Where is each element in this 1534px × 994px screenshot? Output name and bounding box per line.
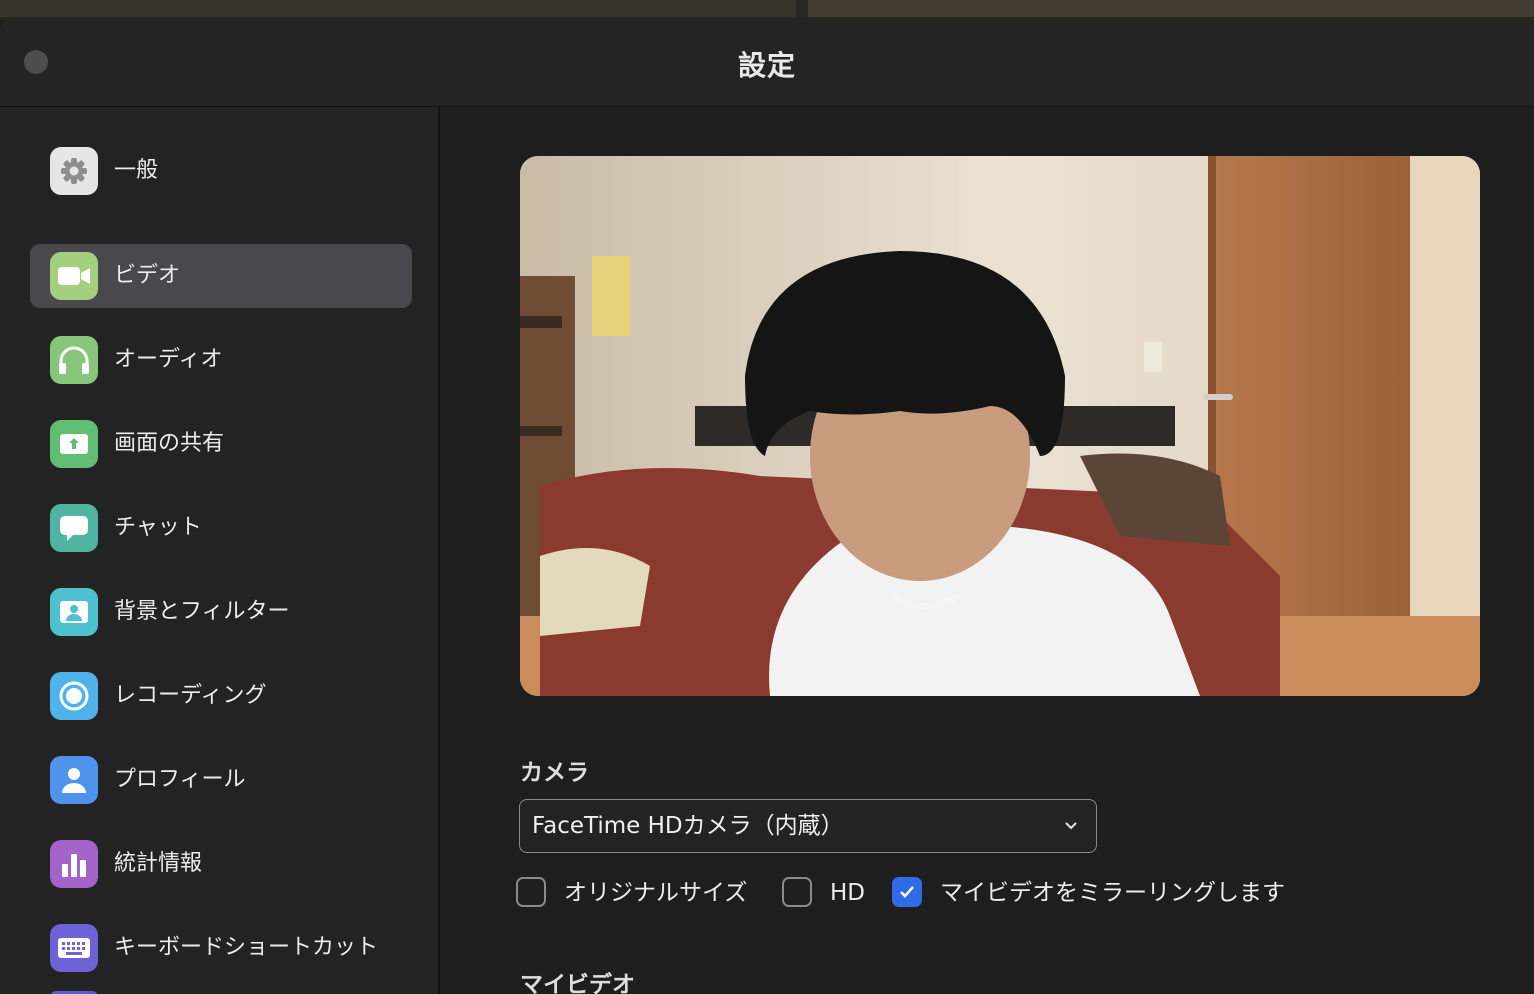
video-camera-icon bbox=[50, 252, 98, 300]
headphones-icon bbox=[50, 336, 98, 384]
window-title: 設定 bbox=[737, 49, 796, 82]
record-icon bbox=[50, 672, 98, 720]
sidebar-item-background-filters[interactable]: 背景とフィルター bbox=[30, 580, 412, 644]
camera-preview-image bbox=[520, 156, 1480, 696]
sidebar-item-keyboard-shortcuts[interactable]: キーボードショートカット bbox=[30, 916, 412, 980]
gear-icon bbox=[50, 147, 98, 195]
sidebar-item-general[interactable]: 一般 bbox=[30, 139, 412, 203]
mirror-video-label: マイビデオをミラーリングします bbox=[940, 880, 1285, 906]
sidebar-item-label: 統計情報 bbox=[114, 851, 203, 876]
sidebar-item-label: チャット bbox=[114, 515, 202, 540]
camera-section-label: カメラ bbox=[520, 760, 589, 786]
sidebar-item-audio[interactable]: オーディオ bbox=[30, 328, 412, 392]
sidebar-item-label: ビデオ bbox=[114, 263, 181, 288]
sidebar-item-label: 画面の共有 bbox=[114, 431, 225, 456]
camera-select[interactable]: FaceTime HDカメラ（内蔵） bbox=[519, 799, 1097, 853]
sidebar-item-statistics[interactable]: 統計情報 bbox=[30, 832, 412, 896]
keyboard-icon bbox=[50, 924, 98, 972]
chat-bubble-icon bbox=[50, 504, 98, 552]
backdrop-video-left bbox=[0, 0, 796, 17]
desktop-backdrop bbox=[0, 0, 1534, 20]
checkmark-icon bbox=[900, 886, 914, 898]
sidebar-item-label: キーボードショートカット bbox=[114, 935, 379, 960]
statistics-icon bbox=[50, 840, 98, 888]
camera-preview bbox=[520, 156, 1480, 696]
sidebar-item-recording[interactable]: レコーディング bbox=[30, 664, 412, 728]
my-video-section-label: マイビデオ bbox=[520, 972, 635, 994]
background-portrait-icon bbox=[50, 588, 98, 636]
sidebar-item-share-screen[interactable]: 画面の共有 bbox=[30, 412, 412, 476]
original-size-checkbox[interactable] bbox=[516, 877, 546, 907]
chevron-down-icon bbox=[1065, 822, 1077, 830]
sidebar-item-label: プロフィール bbox=[114, 767, 246, 792]
share-screen-icon bbox=[50, 420, 98, 468]
backdrop-video-right bbox=[808, 0, 1534, 17]
settings-sidebar: 一般 ビデオ オーディオ 画面の共有 チャット 背景とフィルター レコーディング… bbox=[0, 107, 440, 994]
title-bar: 設定 bbox=[0, 18, 1534, 107]
profile-icon bbox=[50, 756, 98, 804]
sidebar-item-video[interactable]: ビデオ bbox=[30, 244, 412, 308]
sidebar-item-label: レコーディング bbox=[114, 683, 267, 708]
sidebar-item-profile[interactable]: プロフィール bbox=[30, 748, 412, 812]
mirror-video-checkbox[interactable] bbox=[892, 877, 922, 907]
sidebar-item-label: 背景とフィルター bbox=[114, 599, 290, 624]
camera-select-value: FaceTime HDカメラ（内蔵） bbox=[532, 813, 844, 839]
video-settings-panel: カメラ FaceTime HDカメラ（内蔵） オリジナルサイズ HD マイビデオ… bbox=[440, 107, 1534, 994]
sidebar-item-label: 一般 bbox=[114, 158, 159, 183]
hd-label: HD bbox=[830, 880, 866, 906]
hd-checkbox[interactable] bbox=[782, 877, 812, 907]
sidebar-item-label: オーディオ bbox=[114, 347, 223, 372]
original-size-label: オリジナルサイズ bbox=[564, 880, 748, 906]
settings-window: 設定 一般 ビデオ オーディオ 画面の共有 チャット 背景とフィルター レコーデ… bbox=[0, 18, 1534, 994]
sidebar-item-chat[interactable]: チャット bbox=[30, 496, 412, 560]
